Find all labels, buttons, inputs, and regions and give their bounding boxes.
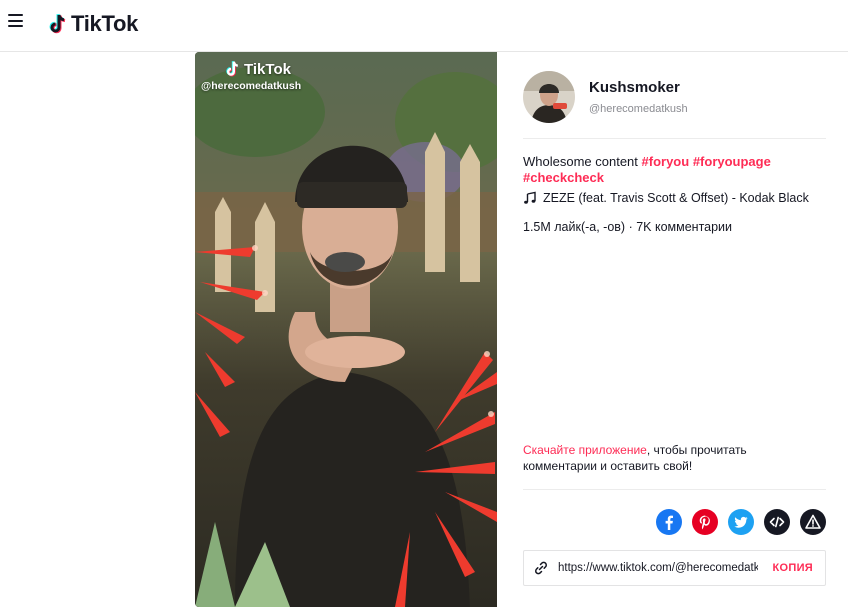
music-title: ZEZE (feat. Travis Scott & Offset) - Kod… bbox=[543, 191, 809, 205]
link-icon bbox=[535, 561, 547, 575]
share-url[interactable]: https://www.tiktok.com/@herecomedatkush bbox=[558, 562, 758, 574]
author-name[interactable]: Kushsmoker bbox=[589, 79, 688, 96]
copy-link-button[interactable]: КОПИЯ bbox=[773, 562, 814, 574]
hashtag-link[interactable]: #foryou bbox=[642, 154, 690, 169]
tiktok-note-icon bbox=[49, 13, 66, 34]
tiktok-watermark-icon bbox=[226, 61, 239, 77]
hashtag-link[interactable]: #foryoupage bbox=[693, 154, 771, 169]
share-bar bbox=[656, 509, 826, 535]
embed-icon[interactable] bbox=[764, 509, 790, 535]
download-app-link[interactable]: Скачайте приложение bbox=[523, 443, 647, 457]
tiktok-logo[interactable]: TikTok bbox=[48, 10, 138, 38]
author-handle[interactable]: @herecomedatkush bbox=[589, 103, 688, 115]
video-frame-illustration bbox=[195, 52, 497, 607]
menu-icon[interactable] bbox=[8, 14, 26, 32]
hashtag-link[interactable]: #checkcheck bbox=[523, 170, 604, 185]
music-link[interactable]: ZEZE (feat. Travis Scott & Offset) - Kod… bbox=[523, 191, 809, 205]
pinterest-icon[interactable] bbox=[692, 509, 718, 535]
twitter-icon[interactable] bbox=[728, 509, 754, 535]
avatar-image bbox=[523, 71, 575, 123]
video-description: Wholesome content #foryou #foryoupage #c… bbox=[523, 154, 823, 186]
divider bbox=[523, 489, 826, 490]
music-note-icon bbox=[524, 191, 536, 204]
engagement-stats: 1.5M лайк(-а, -ов) · 7K комментарии bbox=[523, 220, 733, 234]
download-app-prompt: Скачайте приложение, чтобы прочитать ком… bbox=[523, 442, 823, 474]
description-text: Wholesome content bbox=[523, 154, 642, 169]
copy-link-box: https://www.tiktok.com/@herecomedatkush … bbox=[523, 550, 826, 586]
watermark-brand: TikTok bbox=[244, 60, 291, 78]
video-player[interactable]: TikTok @herecomedatkush bbox=[195, 52, 497, 607]
author-block: Kushsmoker @herecomedatkush bbox=[523, 71, 688, 123]
facebook-icon[interactable] bbox=[656, 509, 682, 535]
report-icon[interactable] bbox=[800, 509, 826, 535]
top-header: TikTok bbox=[0, 0, 848, 52]
logo-text: TikTok bbox=[71, 11, 139, 36]
video-watermark: TikTok @herecomedatkush bbox=[201, 60, 302, 93]
divider bbox=[523, 138, 826, 139]
watermark-username: @herecomedatkush bbox=[201, 80, 302, 92]
avatar[interactable] bbox=[523, 71, 575, 123]
video-info-panel: Kushsmoker @herecomedatkush Wholesome co… bbox=[497, 52, 848, 607]
